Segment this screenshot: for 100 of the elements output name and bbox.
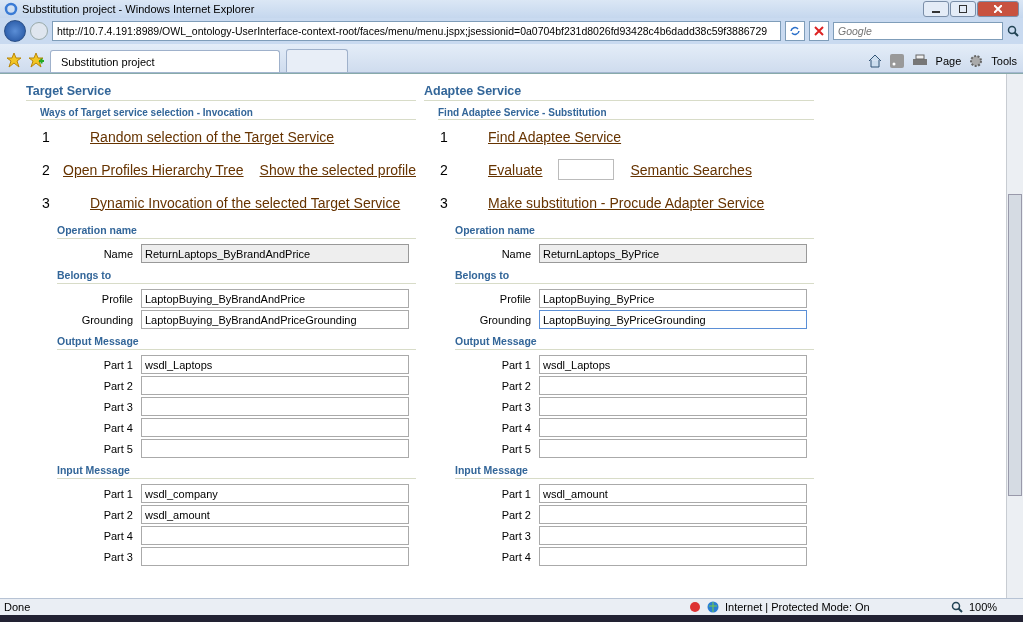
text-field[interactable] [141,439,409,458]
field-label: Part 2 [500,508,532,521]
field-label: Part 1 [500,487,532,500]
text-field[interactable] [539,439,807,458]
section-heading: Target Service [26,84,416,101]
action-link[interactable]: Semantic Searches [630,161,752,178]
add-favorite-icon[interactable] [28,52,44,68]
input-field[interactable] [558,159,615,180]
printer-icon[interactable] [911,54,928,68]
browser-tab[interactable]: Substitution project [50,50,280,72]
field-label: Part 1 [102,487,134,500]
action-link[interactable]: Find Adaptee Service [488,128,622,145]
text-field[interactable] [539,376,807,395]
action-link[interactable]: Random selection of the Target Service [90,128,335,145]
field-label: Part 5 [500,442,532,455]
field-label: Part 1 [102,358,134,371]
text-field[interactable] [141,547,409,566]
field-label: Part 4 [102,529,134,542]
action-link[interactable]: Dynamic Invocation of the selected Target Service [90,194,401,211]
text-field[interactable]: LaptopBuying_ByBrandAndPriceGrounding [141,310,409,329]
step-number: 1 [42,128,51,145]
address-field[interactable]: http://10.7.4.191:8989/OWL_ontology-UserInterface-context-root/faces/menu/menu.jspx;jsessionid=0a0704bf231d8026fd93428c4b6dadd38c59f3886729 [52,21,781,41]
new-tab-button[interactable] [286,49,348,72]
text-field[interactable]: LaptopBuying_ByBrandAndPrice [141,289,409,308]
text-field[interactable]: wsdl_company [141,484,409,503]
subsection-heading: Find Adaptee Service - Substitution [438,107,814,120]
refresh-button[interactable] [785,21,805,41]
field-label: Part 1 [500,358,532,371]
action-link[interactable]: Evaluate [488,161,543,178]
maximize-icon [959,5,967,13]
action-link[interactable]: Show the selected profile [259,161,416,178]
text-field[interactable]: wsdl_Laptops [141,355,409,374]
text-field[interactable]: wsdl_Laptops [539,355,807,374]
search-field[interactable]: Google [833,22,1003,40]
text-field[interactable] [141,418,409,437]
globe-icon [707,601,719,613]
scrollbar[interactable] [1006,74,1023,598]
blocked-icon [689,601,701,613]
field-label: Part 4 [500,421,532,434]
field-label: Part 2 [102,379,134,392]
step-number: 3 [42,194,51,211]
field-label: Part 3 [102,400,134,413]
status-text: Done [4,601,32,613]
text-field[interactable] [539,397,807,416]
stop-button[interactable] [809,21,829,41]
field-label: Part 2 [500,379,532,392]
forward-button[interactable] [30,22,48,40]
back-button[interactable] [4,20,26,42]
group-heading: Operation name [455,224,814,239]
field-label: Grounding [478,313,532,326]
text-field[interactable] [141,397,409,416]
field-label: Part 4 [500,550,532,563]
section-heading: Adaptee Service [424,84,814,101]
tools-menu-button[interactable]: Tools [991,55,1017,67]
zoom-button[interactable]: 100% [969,601,1019,613]
action-link[interactable]: Open Profiles Hierarchy Tree [63,161,244,178]
text-field[interactable]: wsdl_amount [141,505,409,524]
field-label: Part 5 [102,442,134,455]
feed-icon[interactable] [889,54,904,68]
text-field[interactable] [141,526,409,545]
text-field[interactable]: wsdl_amount [539,484,807,503]
field-label: Name [102,247,134,260]
group-heading: Belongs to [57,269,416,284]
page-menu-button[interactable]: Page [935,55,962,67]
field-label: Profile [498,292,532,305]
text-field[interactable] [539,526,807,545]
field-label: Part 4 [102,421,134,434]
field-label: Part 3 [500,400,532,413]
zoom-icon [951,601,963,613]
text-field[interactable] [539,505,807,524]
group-heading: Operation name [57,224,416,239]
action-link[interactable]: Make substitution - Procude Adapter Service [488,194,765,211]
field-label: Part 3 [500,529,532,542]
text-field[interactable] [539,547,807,566]
group-heading: Output Message [455,335,814,350]
field-label: Part 2 [102,508,134,521]
field-label: Grounding [80,313,134,326]
minimize-button[interactable] [923,1,949,17]
text-field[interactable]: LaptopBuying_ByPriceGrounding [539,310,807,329]
text-field[interactable] [539,418,807,437]
step-number: 1 [440,128,449,145]
home-icon[interactable] [867,54,882,68]
step-number: 2 [42,161,51,178]
text-field[interactable] [141,376,409,395]
star-icon[interactable] [6,52,22,68]
close-button[interactable] [977,1,1019,17]
field-label: Part 3 [102,550,134,563]
refresh-icon [789,25,801,37]
step-number: 3 [440,194,449,211]
field-label: Profile [100,292,134,305]
zone-text: Internet | Protected Mode: On [725,601,871,613]
text-field[interactable]: LaptopBuying_ByPrice [539,289,807,308]
maximize-button[interactable] [950,1,976,17]
field-label: Name [500,247,532,260]
window-title: Substitution project - Windows Internet Explorer [22,3,256,15]
stop-icon [814,26,824,36]
group-heading: Input Message [57,464,416,479]
group-heading: Belongs to [455,269,814,284]
search-icon[interactable] [1007,25,1019,37]
step-number: 2 [440,161,449,178]
